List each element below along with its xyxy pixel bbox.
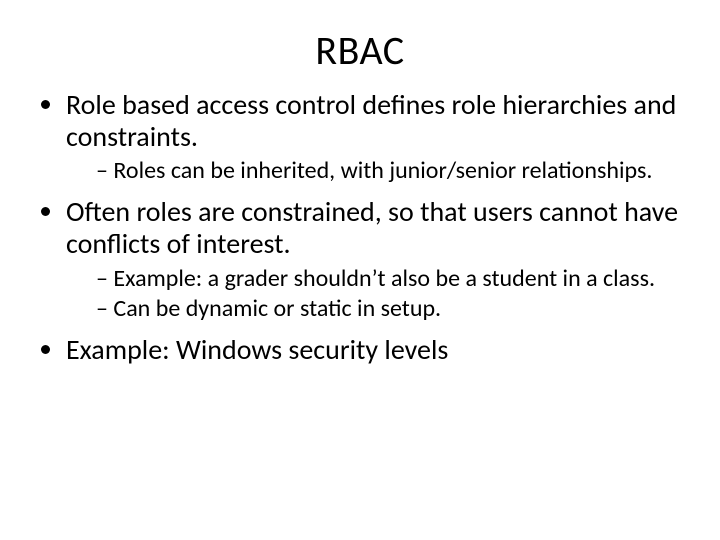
slide: RBAC Role based access control defines r…	[0, 0, 720, 540]
sub-bullet-text: Roles can be inherited, with junior/seni…	[113, 156, 652, 185]
sub-bullet-item: Can be dynamic or static in setup.	[96, 295, 690, 324]
sub-bullet-text: Example: a grader shouldn’t also be a st…	[113, 264, 655, 293]
bullet-item: Often roles are constrained, so that use…	[66, 196, 690, 324]
bullet-item: Example: Windows security levels	[66, 334, 690, 366]
slide-title: RBAC	[30, 26, 690, 75]
sub-bullet-list: Roles can be inherited, with junior/seni…	[66, 157, 690, 186]
bullet-item: Role based access control defines role h…	[66, 89, 690, 186]
bullet-list: Role based access control defines role h…	[30, 89, 690, 366]
bullet-text: Role based access control defines role h…	[66, 87, 676, 154]
sub-bullet-item: Example: a grader shouldn’t also be a st…	[96, 265, 690, 294]
sub-bullet-item: Roles can be inherited, with junior/seni…	[96, 157, 690, 186]
bullet-text: Often roles are constrained, so that use…	[66, 194, 678, 261]
sub-bullet-list: Example: a grader shouldn’t also be a st…	[66, 265, 690, 325]
sub-bullet-text: Can be dynamic or static in setup.	[113, 294, 441, 323]
bullet-text: Example: Windows security levels	[66, 332, 448, 367]
